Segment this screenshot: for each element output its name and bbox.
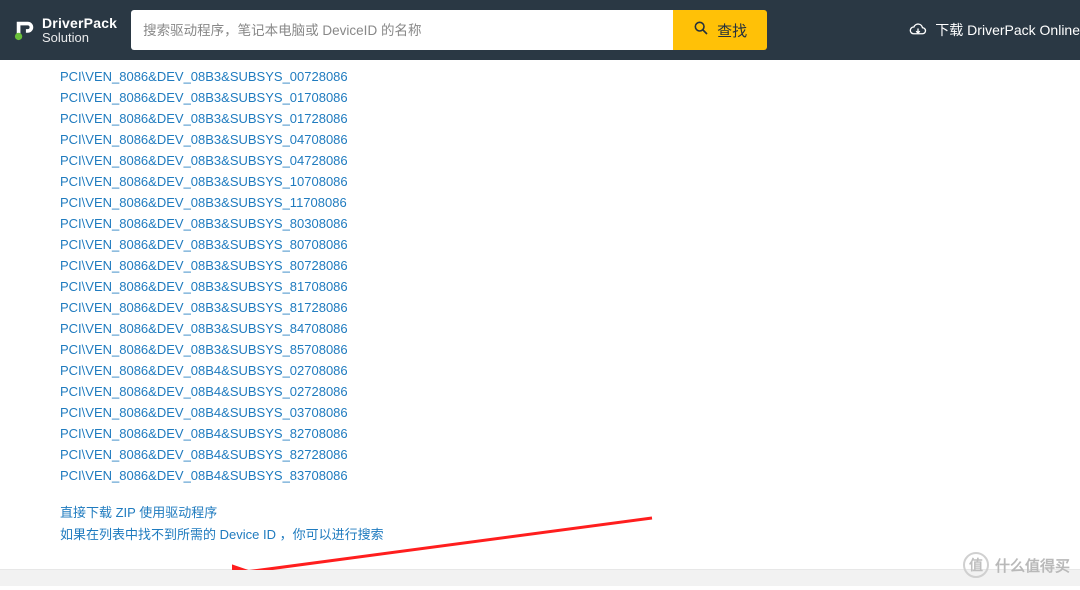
brand-logo[interactable]: DriverPack Solution — [14, 16, 117, 44]
device-id-link[interactable]: PCI\VEN_8086&DEV_08B3&SUBSYS_10708086 — [60, 171, 1020, 192]
driverpack-logo-icon — [14, 19, 36, 41]
search-button[interactable]: 查找 — [673, 10, 767, 50]
device-id-link[interactable]: PCI\VEN_8086&DEV_08B3&SUBSYS_04728086 — [60, 150, 1020, 171]
device-id-link[interactable]: PCI\VEN_8086&DEV_08B4&SUBSYS_02708086 — [60, 360, 1020, 381]
search-icon — [693, 20, 709, 40]
device-id-link[interactable]: PCI\VEN_8086&DEV_08B3&SUBSYS_01708086 — [60, 87, 1020, 108]
device-id-link[interactable]: PCI\VEN_8086&DEV_08B3&SUBSYS_80728086 — [60, 255, 1020, 276]
brand-line2: Solution — [42, 31, 117, 45]
page-footer-strip — [0, 570, 1080, 586]
cloud-download-icon — [909, 23, 927, 37]
download-online-label: 下载 DriverPack Online — [935, 20, 1080, 40]
device-id-list: PCI\VEN_8086&DEV_08B3&SUBSYS_00728086PCI… — [60, 60, 1020, 486]
device-id-link[interactable]: PCI\VEN_8086&DEV_08B3&SUBSYS_80708086 — [60, 234, 1020, 255]
brand-line1: DriverPack — [42, 16, 117, 31]
bottom-links: 直接下载 ZIP 使用驱动程序 如果在列表中找不到所需的 Device ID ，… — [60, 502, 1020, 546]
device-id-link[interactable]: PCI\VEN_8086&DEV_08B3&SUBSYS_04708086 — [60, 129, 1020, 150]
main-content: PCI\VEN_8086&DEV_08B3&SUBSYS_00728086PCI… — [0, 60, 1080, 570]
download-online-link[interactable]: 下载 DriverPack Online — [897, 0, 1080, 60]
device-id-link[interactable]: PCI\VEN_8086&DEV_08B4&SUBSYS_82728086 — [60, 444, 1020, 465]
search-input[interactable] — [131, 10, 673, 50]
watermark-badge-icon: 值 — [963, 552, 989, 578]
device-id-link[interactable]: PCI\VEN_8086&DEV_08B3&SUBSYS_11708086 — [60, 192, 1020, 213]
search-hint-link[interactable]: 如果在列表中找不到所需的 Device ID ，你可以进行搜索 — [60, 524, 1020, 546]
device-id-link[interactable]: PCI\VEN_8086&DEV_08B3&SUBSYS_85708086 — [60, 339, 1020, 360]
download-zip-link[interactable]: 直接下载 ZIP 使用驱动程序 — [60, 502, 1020, 524]
watermark: 值 什么值得买 — [963, 552, 1070, 578]
device-id-link[interactable]: PCI\VEN_8086&DEV_08B3&SUBSYS_01728086 — [60, 108, 1020, 129]
device-id-link[interactable]: PCI\VEN_8086&DEV_08B3&SUBSYS_00728086 — [60, 66, 1020, 87]
device-id-link[interactable]: PCI\VEN_8086&DEV_08B4&SUBSYS_02728086 — [60, 381, 1020, 402]
watermark-text: 什么值得买 — [995, 555, 1070, 576]
device-id-link[interactable]: PCI\VEN_8086&DEV_08B4&SUBSYS_83708086 — [60, 465, 1020, 486]
device-id-link[interactable]: PCI\VEN_8086&DEV_08B3&SUBSYS_84708086 — [60, 318, 1020, 339]
search-bar: 查找 — [131, 10, 767, 50]
brand-text: DriverPack Solution — [42, 16, 117, 44]
device-id-link[interactable]: PCI\VEN_8086&DEV_08B3&SUBSYS_81708086 — [60, 276, 1020, 297]
header-bar: DriverPack Solution 查找 下载 DriverPack Onl… — [0, 0, 1080, 60]
device-id-link[interactable]: PCI\VEN_8086&DEV_08B4&SUBSYS_82708086 — [60, 423, 1020, 444]
device-id-link[interactable]: PCI\VEN_8086&DEV_08B4&SUBSYS_03708086 — [60, 402, 1020, 423]
device-id-link[interactable]: PCI\VEN_8086&DEV_08B3&SUBSYS_80308086 — [60, 213, 1020, 234]
device-id-link[interactable]: PCI\VEN_8086&DEV_08B3&SUBSYS_81728086 — [60, 297, 1020, 318]
search-button-label: 查找 — [717, 20, 747, 41]
